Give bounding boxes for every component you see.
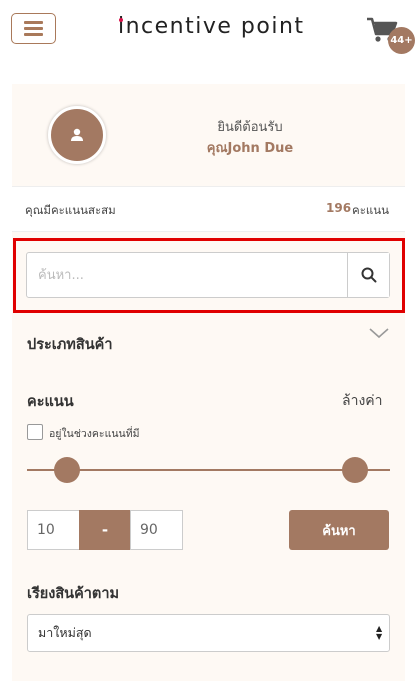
search-submit-button[interactable]: ค้นหา [289,510,389,550]
clear-button[interactable]: ล้างค่า [342,390,383,412]
range-slider-track[interactable] [27,469,390,471]
menu-button[interactable] [11,13,56,44]
range-min-input[interactable]: 10 [27,510,80,550]
points-filter-title: คะแนน [27,394,74,410]
avatar[interactable] [48,106,106,164]
hamburger-icon [24,21,43,24]
hamburger-icon-bar [24,27,43,30]
user-icon [71,128,83,141]
range-max-input[interactable]: 90 [130,510,183,550]
header: incentive point 44+ [0,0,417,60]
points-unit: คะแนน [352,203,390,217]
sort-select[interactable]: มาใหม่สุด [27,614,390,652]
search-icon [361,267,376,283]
welcome-text: ยินดีต้อนรับ [217,120,283,135]
logo-text: incentive point [118,14,305,39]
points-value: 196 [326,201,352,215]
category-title[interactable]: ประเภทสินค้า [27,333,112,356]
range-separator: - [79,510,131,550]
hamburger-icon-bar [24,33,43,36]
in-range-checkbox[interactable] [27,424,43,440]
in-range-label[interactable]: อยู่ในช่วงคะแนนที่มี [49,425,140,442]
cart-badge[interactable]: 44+ [388,27,415,54]
logo-dot [119,18,123,22]
range-slider-max-handle[interactable] [342,457,368,483]
search-input[interactable] [27,253,347,297]
sort-title: เรียงสินค้าตาม [27,586,120,602]
chevron-down-icon[interactable] [368,326,390,340]
points-label: คุณมีคะแนนสะสม [25,203,116,217]
username: คุณJohn Due [206,141,294,156]
logo[interactable]: incentive point [118,14,305,39]
select-arrows-icon: ▲ ▼ [376,624,383,641]
search-button[interactable] [347,253,389,297]
range-slider-min-handle[interactable] [54,457,80,483]
